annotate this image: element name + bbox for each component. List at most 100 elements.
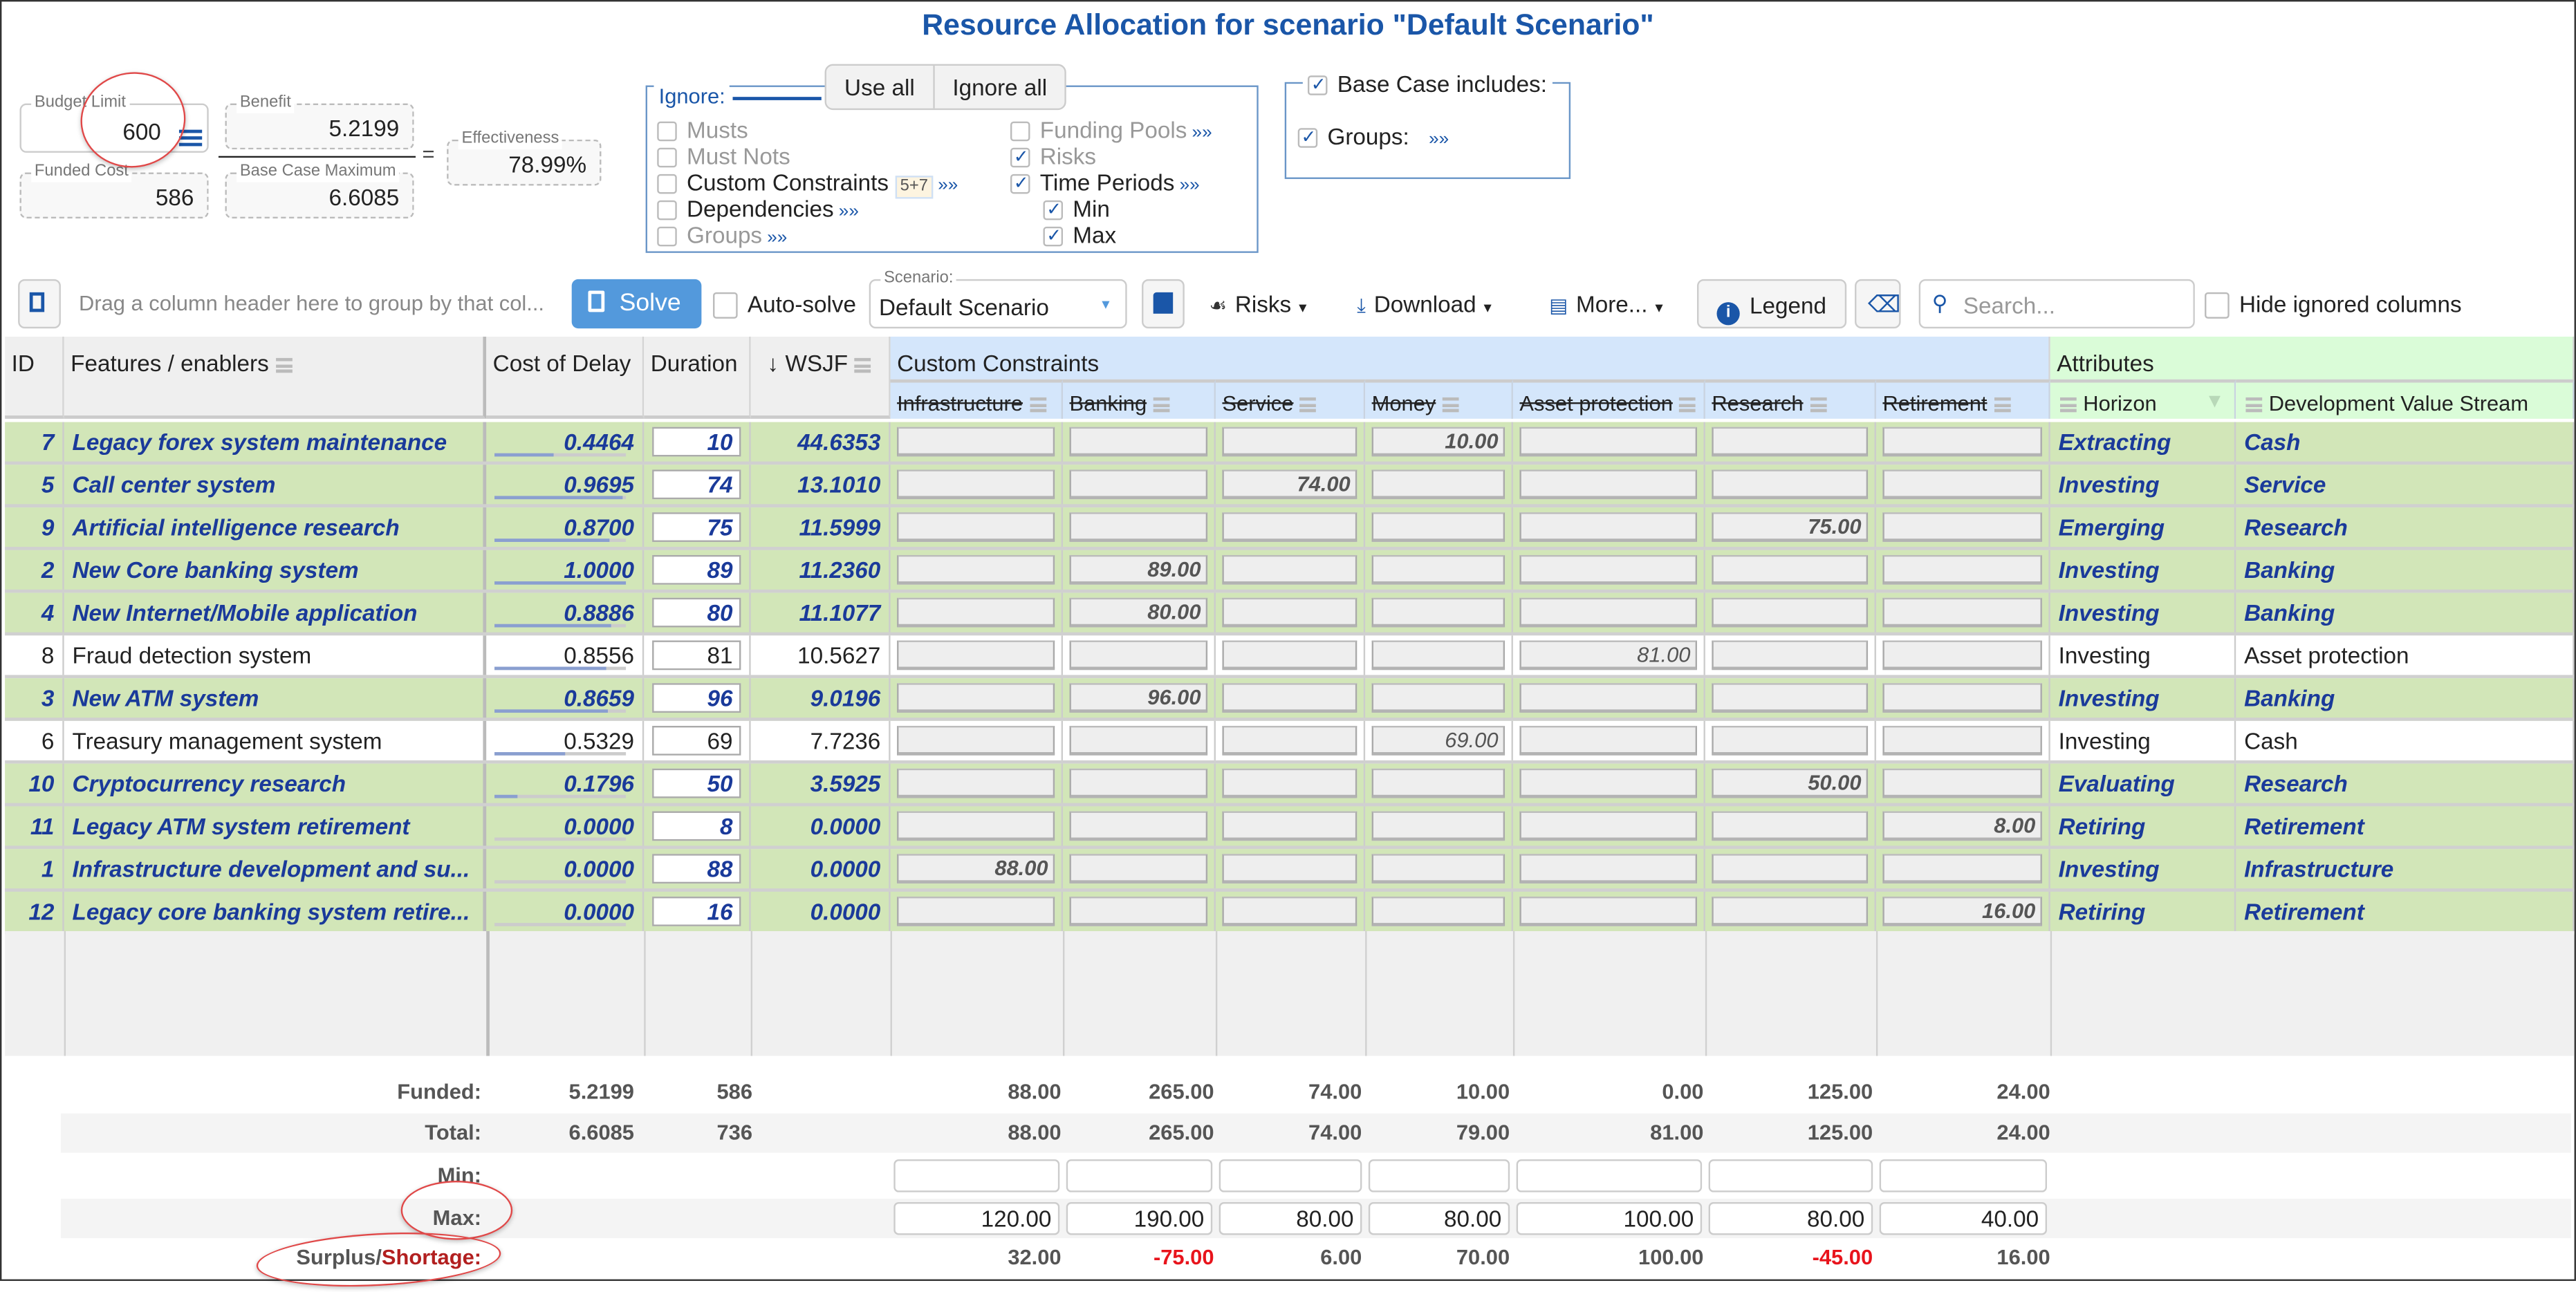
constraint-input[interactable] [1882,640,2042,671]
duration-cell[interactable]: 74 [644,465,751,505]
base-case-groups-option[interactable]: Groups: »» [1297,123,1449,153]
column-menu-icon[interactable] [275,357,292,373]
max-constraint-input[interactable]: 80.00 [1368,1201,1510,1235]
duration-input[interactable]: 75 [652,512,741,542]
constraint-input[interactable] [1222,512,1358,542]
constraint-input[interactable] [897,427,1055,457]
min-constraint-input[interactable] [1218,1159,1362,1192]
ignore-option-time-periods[interactable]: Time Periods»» [1010,169,1200,199]
column-header-constraint-money[interactable]: Money [1365,379,1513,419]
constraint-input[interactable] [1882,768,2042,798]
cost-of-delay-cell[interactable]: 0.8700 [486,507,645,547]
constraint-input[interactable] [1222,854,1358,884]
feature-name-cell[interactable]: Legacy ATM system retirement [64,806,487,846]
min-constraint-input[interactable] [1066,1159,1213,1192]
risks-menu[interactable]: ☙ Risks ▼ [1209,279,1309,328]
constraint-input[interactable] [1882,597,2042,628]
constraint-input[interactable]: 89.00 [1069,554,1208,585]
constraint-input[interactable]: 50.00 [1712,768,1869,798]
duration-input[interactable]: 74 [652,469,741,500]
constraint-input[interactable] [1882,726,2042,756]
duration-cell[interactable]: 16 [644,891,751,931]
column-header-development-value-stream[interactable]: Development Value Stream [2236,379,2575,419]
checkbox[interactable] [657,148,677,169]
duration-input[interactable]: 89 [652,554,741,585]
expand-link[interactable]: »» [1192,123,1212,143]
column-menu-icon[interactable] [854,357,871,373]
groups-more-link[interactable]: »» [1429,130,1449,150]
duration-input[interactable]: 69 [652,726,741,756]
column-menu-icon[interactable] [1442,397,1459,413]
constraint-input[interactable] [1069,726,1208,756]
column-header-constraint-service[interactable]: Service [1215,379,1366,419]
constraint-input[interactable] [1222,597,1358,628]
constraint-input[interactable] [1069,811,1208,841]
constraint-input[interactable]: 88.00 [897,854,1055,884]
expand-link[interactable]: »» [767,228,787,248]
duration-input[interactable]: 50 [652,768,741,798]
constraint-input[interactable] [1882,854,2042,884]
auto-solve-checkbox[interactable] [713,292,738,319]
constraint-input[interactable] [897,726,1055,756]
table-row[interactable]: 9 Artificial intelligence research 0.8700 7… [5,507,2575,550]
cost-of-delay-cell[interactable]: 0.8886 [486,592,645,633]
duration-cell[interactable]: 81 [644,635,751,675]
table-row[interactable]: 12 Legacy core banking system retire... 0.… [5,891,2575,935]
constraint-input[interactable] [1222,640,1358,671]
column-header-horizon[interactable]: Horizon ▼ [2050,379,2236,419]
constraint-input[interactable] [1371,683,1505,713]
constraint-input[interactable] [897,811,1055,841]
column-header-constraint-retirement[interactable]: Retirement [1875,379,2050,419]
ignore-option-risks[interactable]: Risks [1010,143,1096,171]
checkbox[interactable] [1010,145,1030,171]
constraint-input[interactable] [1519,897,1697,926]
constraint-input[interactable] [1371,554,1505,585]
ignore-option-max[interactable]: Max [1043,222,1116,250]
constraint-input[interactable] [1519,554,1697,585]
constraint-input[interactable] [1519,512,1697,542]
constraint-input[interactable] [897,768,1055,798]
constraint-input[interactable]: 16.00 [1882,897,2042,926]
feature-name-cell[interactable]: New Internet/Mobile application [64,592,487,633]
duration-input[interactable]: 96 [652,683,741,713]
constraint-input[interactable] [1712,854,1869,884]
constraint-input[interactable] [1712,554,1869,585]
constraint-input[interactable] [1069,854,1208,884]
cost-of-delay-cell[interactable]: 1.0000 [486,550,645,590]
duration-cell[interactable]: 75 [644,507,751,547]
cost-of-delay-cell[interactable]: 0.0000 [486,849,645,889]
column-header-cost-of-delay[interactable]: Cost of Delay [486,336,645,419]
constraint-input[interactable] [1712,726,1869,756]
constraint-input[interactable]: 96.00 [1069,683,1208,713]
table-row[interactable]: 4 New Internet/Mobile application 0.8886 80… [5,592,2575,636]
constraint-input[interactable] [1519,597,1697,628]
table-row[interactable]: 6 Treasury management system 0.5329 69 7.723… [5,720,2575,764]
duration-input[interactable]: 8 [652,811,741,841]
ignore-option-custom-constraints[interactable]: Custom Constraints 5+7»» [657,169,958,199]
table-row[interactable]: 3 New ATM system 0.8659 96 9.0196 96.00 Invest… [5,678,2575,721]
cost-of-delay-cell[interactable]: 0.9695 [486,465,645,505]
constraint-input[interactable] [1222,683,1358,713]
constraint-input[interactable] [1069,512,1208,542]
constraint-input[interactable]: 80.00 [1069,597,1208,628]
feature-name-cell[interactable]: Legacy core banking system retire... [64,891,487,931]
checkbox[interactable] [657,174,677,195]
feature-name-cell[interactable]: Infrastructure development and su... [64,849,487,889]
cost-of-delay-cell[interactable]: 0.1796 [486,763,645,803]
duration-input[interactable]: 88 [652,854,741,884]
constraint-input[interactable] [1519,469,1697,500]
base-case-checkbox[interactable] [1307,73,1328,99]
cost-of-delay-cell[interactable]: 0.8556 [486,635,645,675]
scenario-select[interactable]: Scenario: Default Scenario ▼ [869,269,1127,329]
duration-cell[interactable]: 88 [644,849,751,889]
hide-ignored-option[interactable]: Hide ignored columns [2205,279,2462,328]
max-constraint-input[interactable]: 80.00 [1218,1201,1362,1235]
feature-name-cell[interactable]: New ATM system [64,678,487,718]
hide-ignored-checkbox[interactable] [2205,292,2230,319]
constraint-input[interactable] [1519,768,1697,798]
max-constraint-input[interactable]: 40.00 [1879,1201,2047,1235]
column-menu-icon[interactable] [1153,397,1170,413]
checkbox[interactable] [1043,224,1064,250]
cost-of-delay-cell[interactable]: 0.5329 [486,720,645,760]
constraint-input[interactable] [1712,597,1869,628]
